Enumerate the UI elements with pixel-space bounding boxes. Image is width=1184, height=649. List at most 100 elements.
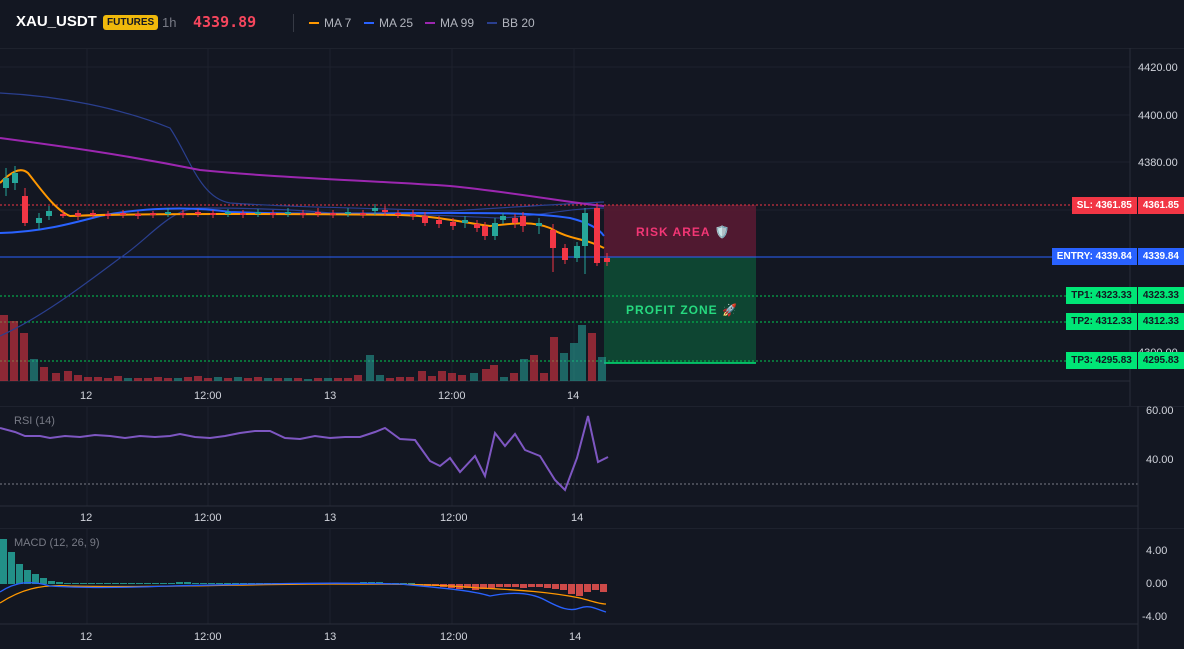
volume-bar (204, 378, 212, 381)
ma25-swatch (364, 22, 374, 24)
macd-line (0, 581, 607, 613)
volume-bar (344, 378, 352, 381)
time-tick: 12:00 (194, 512, 222, 524)
volume-bar (438, 371, 446, 381)
tp2-label: TP2: 4312.33 (1066, 313, 1137, 330)
volume-bar (294, 378, 302, 381)
macd-hist-bar (128, 583, 135, 584)
volume-bars (0, 315, 606, 381)
volume-bar (490, 365, 498, 381)
last-price: 4339.89 (193, 13, 257, 31)
macd-hist-bar (112, 583, 119, 584)
tp2-tag: TP2: 4312.33 4312.33 (1066, 313, 1184, 330)
candle-body (372, 208, 378, 211)
rsi-tick: 60.00 (1146, 406, 1174, 417)
candle-body (500, 216, 506, 220)
macd-hist-bar (520, 584, 527, 588)
volume-bar (184, 377, 192, 381)
candle-body (550, 230, 556, 248)
macd-hist-bar (104, 583, 111, 584)
symbol-name[interactable]: XAU_USDT (16, 13, 97, 30)
candle-body (90, 213, 96, 215)
legend-label: MA 25 (379, 16, 414, 30)
macd-hist-bar (544, 584, 551, 588)
candle-body (395, 213, 401, 215)
volume-bar (482, 369, 490, 381)
time-tick: 12:00 (440, 512, 468, 524)
volume-bar (194, 376, 202, 381)
candle-body (46, 211, 52, 216)
volume-bar (104, 378, 112, 381)
futures-badge: FUTURES (103, 15, 159, 30)
macd-hist-bar (512, 584, 519, 587)
volume-bar (314, 378, 322, 381)
macd-hist-bar (208, 583, 215, 584)
legend-bb20[interactable]: BB 20 (487, 16, 535, 30)
time-tick: 12 (80, 631, 92, 643)
macd-hist-bar (216, 583, 223, 584)
macd-tick: 4.00 (1146, 545, 1167, 557)
volume-bar (52, 373, 60, 381)
macd-hist-bar (136, 583, 143, 584)
time-tick: 14 (569, 631, 581, 643)
volume-bar (284, 378, 292, 381)
bb20-swatch (487, 22, 497, 24)
sl-price: 4361.85 (1136, 197, 1184, 214)
candle-body (285, 212, 291, 214)
volume-bar (114, 376, 122, 381)
volume-bar (396, 377, 404, 381)
time-tick: 12:00 (194, 631, 222, 643)
time-tick: 13 (324, 512, 336, 524)
entry-price: 4339.84 (1136, 248, 1184, 265)
volume-bar (458, 375, 466, 381)
legend-ma99[interactable]: MA 99 (425, 16, 474, 30)
main-price-pane[interactable]: 4420.00 4400.00 4380.00 4300.00 12 12:00… (0, 48, 1184, 406)
macd-hist-bar (528, 584, 535, 587)
volume-bar (304, 379, 312, 381)
legend-ma7[interactable]: MA 7 (309, 16, 351, 30)
macd-hist-bar (24, 570, 31, 584)
sl-tag: SL: 4361.85 4361.85 (1071, 197, 1184, 214)
macd-hist-bar (16, 564, 23, 584)
macd-hist-bar (56, 582, 63, 584)
macd-hist-bar (64, 583, 71, 584)
candle-body (22, 196, 28, 223)
macd-hist-bar (120, 583, 127, 584)
volume-bar (164, 378, 172, 381)
rsi-pane[interactable]: RSI (14) 60.00 40.00 12 12:00 13 12:00 1… (0, 406, 1184, 528)
price-tick: 4380.00 (1138, 157, 1178, 169)
volume-bar (376, 375, 384, 381)
candle-body (482, 226, 488, 236)
legend-ma25[interactable]: MA 25 (364, 16, 413, 30)
macd-hist-bar (96, 583, 103, 584)
candle-body (195, 212, 201, 214)
volume-bar (550, 337, 558, 381)
macd-hist-bar (152, 583, 159, 584)
macd-hist-bar (536, 584, 543, 587)
candle-body (135, 214, 141, 216)
candle-body (180, 213, 186, 215)
candle-body (120, 213, 126, 215)
price-tick: 4420.00 (1138, 62, 1178, 74)
macd-pane[interactable]: MACD (12, 26, 9) 4.00 0.00 -4.00 12 12:0… (0, 528, 1184, 649)
candle-body (315, 212, 321, 214)
candle-body (562, 248, 568, 260)
volume-bar (94, 377, 102, 381)
interval-selector[interactable]: 1h (162, 15, 176, 30)
volume-bar (154, 377, 162, 381)
macd-hist-bar (184, 582, 191, 584)
time-tick: 14 (567, 390, 579, 402)
chart-header: XAU_USDT FUTURES 1h 4339.89 MA 7 MA 25 M… (0, 0, 1184, 49)
volume-bar (254, 377, 262, 381)
volume-bar (64, 371, 72, 381)
macd-hist-bar (80, 583, 87, 584)
time-tick: 12 (80, 390, 92, 402)
candle-body (450, 222, 456, 226)
macd-hist-bar (504, 584, 511, 587)
price-tick: 4400.00 (1138, 110, 1178, 122)
volume-bar (124, 378, 132, 381)
volume-bar (406, 377, 414, 381)
macd-hist-bar (488, 584, 495, 588)
macd-hist-bar (192, 583, 199, 584)
volume-bar (324, 378, 332, 381)
